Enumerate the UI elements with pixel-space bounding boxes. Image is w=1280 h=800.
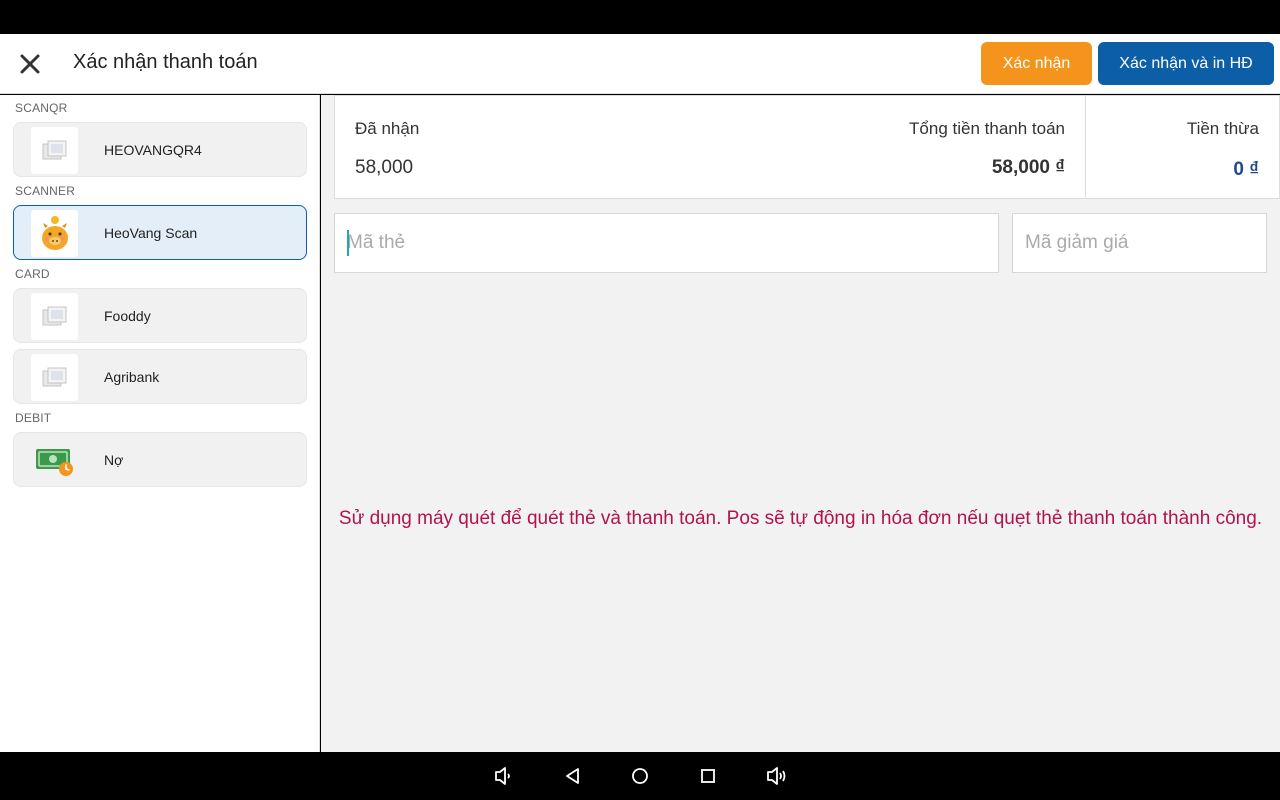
section-label-scanner: SCANNER xyxy=(15,184,76,198)
close-button[interactable] xyxy=(14,48,46,80)
payment-method-debt[interactable]: Nợ xyxy=(13,432,307,487)
change-summary: Tiền thừa 0 ₫ xyxy=(1086,95,1280,199)
payment-method-heovangqr4[interactable]: HEOVANGQR4 xyxy=(13,122,307,177)
payment-method-label: HEOVANGQR4 xyxy=(104,142,202,158)
section-label-card: CARD xyxy=(15,267,50,281)
payment-summary: Đã nhận 58,000 Tổng tiền thanh toán 58,0… xyxy=(334,95,1086,199)
status-bar xyxy=(0,0,1280,34)
change-value: 0 ₫ xyxy=(1233,159,1259,180)
page-title: Xác nhận thanh toán xyxy=(73,51,258,73)
recents-button[interactable] xyxy=(696,764,720,788)
payment-method-label: Agribank xyxy=(104,369,160,385)
payment-method-agribank[interactable]: Agribank xyxy=(13,349,307,404)
confirm-button[interactable]: Xác nhận xyxy=(981,42,1092,85)
volume-up-button[interactable] xyxy=(764,764,788,788)
home-icon xyxy=(632,768,648,784)
payment-main-panel: Đã nhận 58,000 Tổng tiền thanh toán 58,0… xyxy=(321,95,1280,752)
section-label-scanqr: SCANQR xyxy=(15,101,68,115)
received-label: Đã nhận xyxy=(355,119,420,138)
discount-code-input[interactable] xyxy=(1012,213,1267,273)
section-label-debit: DEBIT xyxy=(15,411,52,425)
received-value: 58,000 xyxy=(355,157,414,178)
placeholder-image-icon xyxy=(31,293,78,340)
recents-icon xyxy=(701,769,715,783)
text-cursor xyxy=(347,230,349,256)
back-button[interactable] xyxy=(561,764,585,788)
payment-method-heovang-scan[interactable]: HeoVang Scan xyxy=(13,205,307,260)
header: Xác nhận thanh toán Xác nhận Xác nhận và… xyxy=(0,34,1280,94)
home-button[interactable] xyxy=(628,764,652,788)
total-label: Tổng tiền thanh toán xyxy=(909,119,1065,138)
card-code-input[interactable] xyxy=(334,213,999,273)
volume-down-icon xyxy=(495,767,510,785)
payment-method-label: HeoVang Scan xyxy=(104,225,198,241)
payment-method-fooddy[interactable]: Fooddy xyxy=(13,288,307,343)
scan-instruction-message: Sử dụng máy quét để quét thẻ và thanh to… xyxy=(338,508,1263,529)
volume-down-button[interactable] xyxy=(491,764,515,788)
system-nav-bar xyxy=(0,752,1280,800)
confirm-and-print-button[interactable]: Xác nhận và in HĐ xyxy=(1098,42,1274,85)
payment-method-sidebar: SCANQR HEOVANGQR4 SCANNER HeoVang Scan C… xyxy=(0,95,320,752)
back-icon xyxy=(566,768,579,784)
placeholder-image-icon xyxy=(31,354,78,401)
change-label: Tiền thừa xyxy=(1186,119,1259,138)
money-clock-icon xyxy=(31,437,78,484)
piggy-bank-icon xyxy=(31,210,78,257)
close-icon xyxy=(20,54,40,74)
placeholder-image-icon xyxy=(31,127,78,174)
volume-up-icon xyxy=(767,767,786,785)
payment-method-label: Nợ xyxy=(104,452,124,468)
payment-method-label: Fooddy xyxy=(104,308,151,324)
total-value: 58,000 ₫ xyxy=(991,157,1065,178)
